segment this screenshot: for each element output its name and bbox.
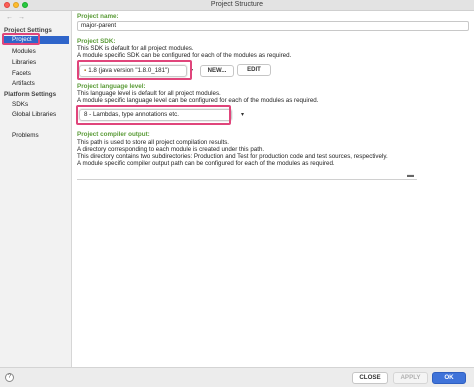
project-highlight-box: [2, 33, 40, 45]
project-name-value: major-parent: [81, 22, 117, 29]
new-sdk-button[interactable]: NEW...: [200, 65, 234, 77]
compiler-output-desc-4: A module specific compiler output path c…: [77, 160, 335, 167]
project-sdk-desc-2: A module specific SDK can be configured …: [77, 52, 292, 59]
edit-sdk-button[interactable]: EDIT: [237, 64, 271, 76]
project-name-input[interactable]: major-parent: [77, 21, 469, 31]
project-sdk-desc-1: This SDK is default for all project modu…: [77, 45, 194, 52]
sidebar-item-modules[interactable]: Modules: [12, 48, 36, 55]
footer-bar: ? CLOSE APPLY OK: [0, 367, 474, 387]
sidebar-item-artifacts[interactable]: Artifacts: [12, 80, 35, 87]
project-sdk-label: Project SDK:: [77, 38, 116, 45]
compiler-output-desc-3: This directory contains two subdirectori…: [77, 153, 388, 160]
compiler-output-desc-2: A directory corresponding to each module…: [77, 146, 265, 153]
apply-button[interactable]: APPLY: [393, 372, 428, 384]
sidebar-item-facets[interactable]: Facets: [12, 70, 31, 77]
help-icon[interactable]: ?: [5, 373, 14, 382]
sidebar-item-sdks[interactable]: SDKs: [12, 101, 28, 108]
compiler-output-desc-1: This path is used to store all project c…: [77, 139, 230, 146]
main-panel: Project name: major-parent Project SDK: …: [73, 11, 474, 367]
language-level-highlight-box: [76, 105, 231, 125]
ok-button[interactable]: OK: [432, 372, 466, 384]
close-button[interactable]: CLOSE: [352, 372, 388, 384]
sidebar-item-global-libraries[interactable]: Global Libraries: [12, 111, 56, 118]
title-bar: Project Structure: [0, 0, 474, 11]
compiler-output-input[interactable]: [77, 170, 417, 180]
project-name-label: Project name:: [77, 13, 119, 20]
sidebar-item-problems[interactable]: Problems: [12, 132, 39, 139]
window-title: Project Structure: [210, 1, 264, 8]
folder-icon[interactable]: ▬: [407, 172, 414, 179]
sidebar-item-libraries[interactable]: Libraries: [12, 59, 36, 66]
language-level-desc-2: A module specific language level can be …: [77, 97, 319, 104]
language-chevron-down-icon[interactable]: ▾: [241, 111, 244, 118]
sdk-highlight-box: [77, 60, 192, 80]
nav-arrows: ← →: [6, 14, 30, 21]
sidebar: ← → Project Settings Project Modules Libr…: [0, 11, 72, 367]
forward-arrow-icon[interactable]: →: [18, 14, 25, 21]
language-level-label: Project language level:: [77, 83, 146, 90]
platform-settings-header: Platform Settings: [4, 91, 57, 98]
back-arrow-icon[interactable]: ←: [6, 14, 13, 21]
compiler-output-label: Project compiler output:: [77, 131, 150, 138]
language-level-desc-1: This language level is default for all p…: [77, 90, 221, 97]
